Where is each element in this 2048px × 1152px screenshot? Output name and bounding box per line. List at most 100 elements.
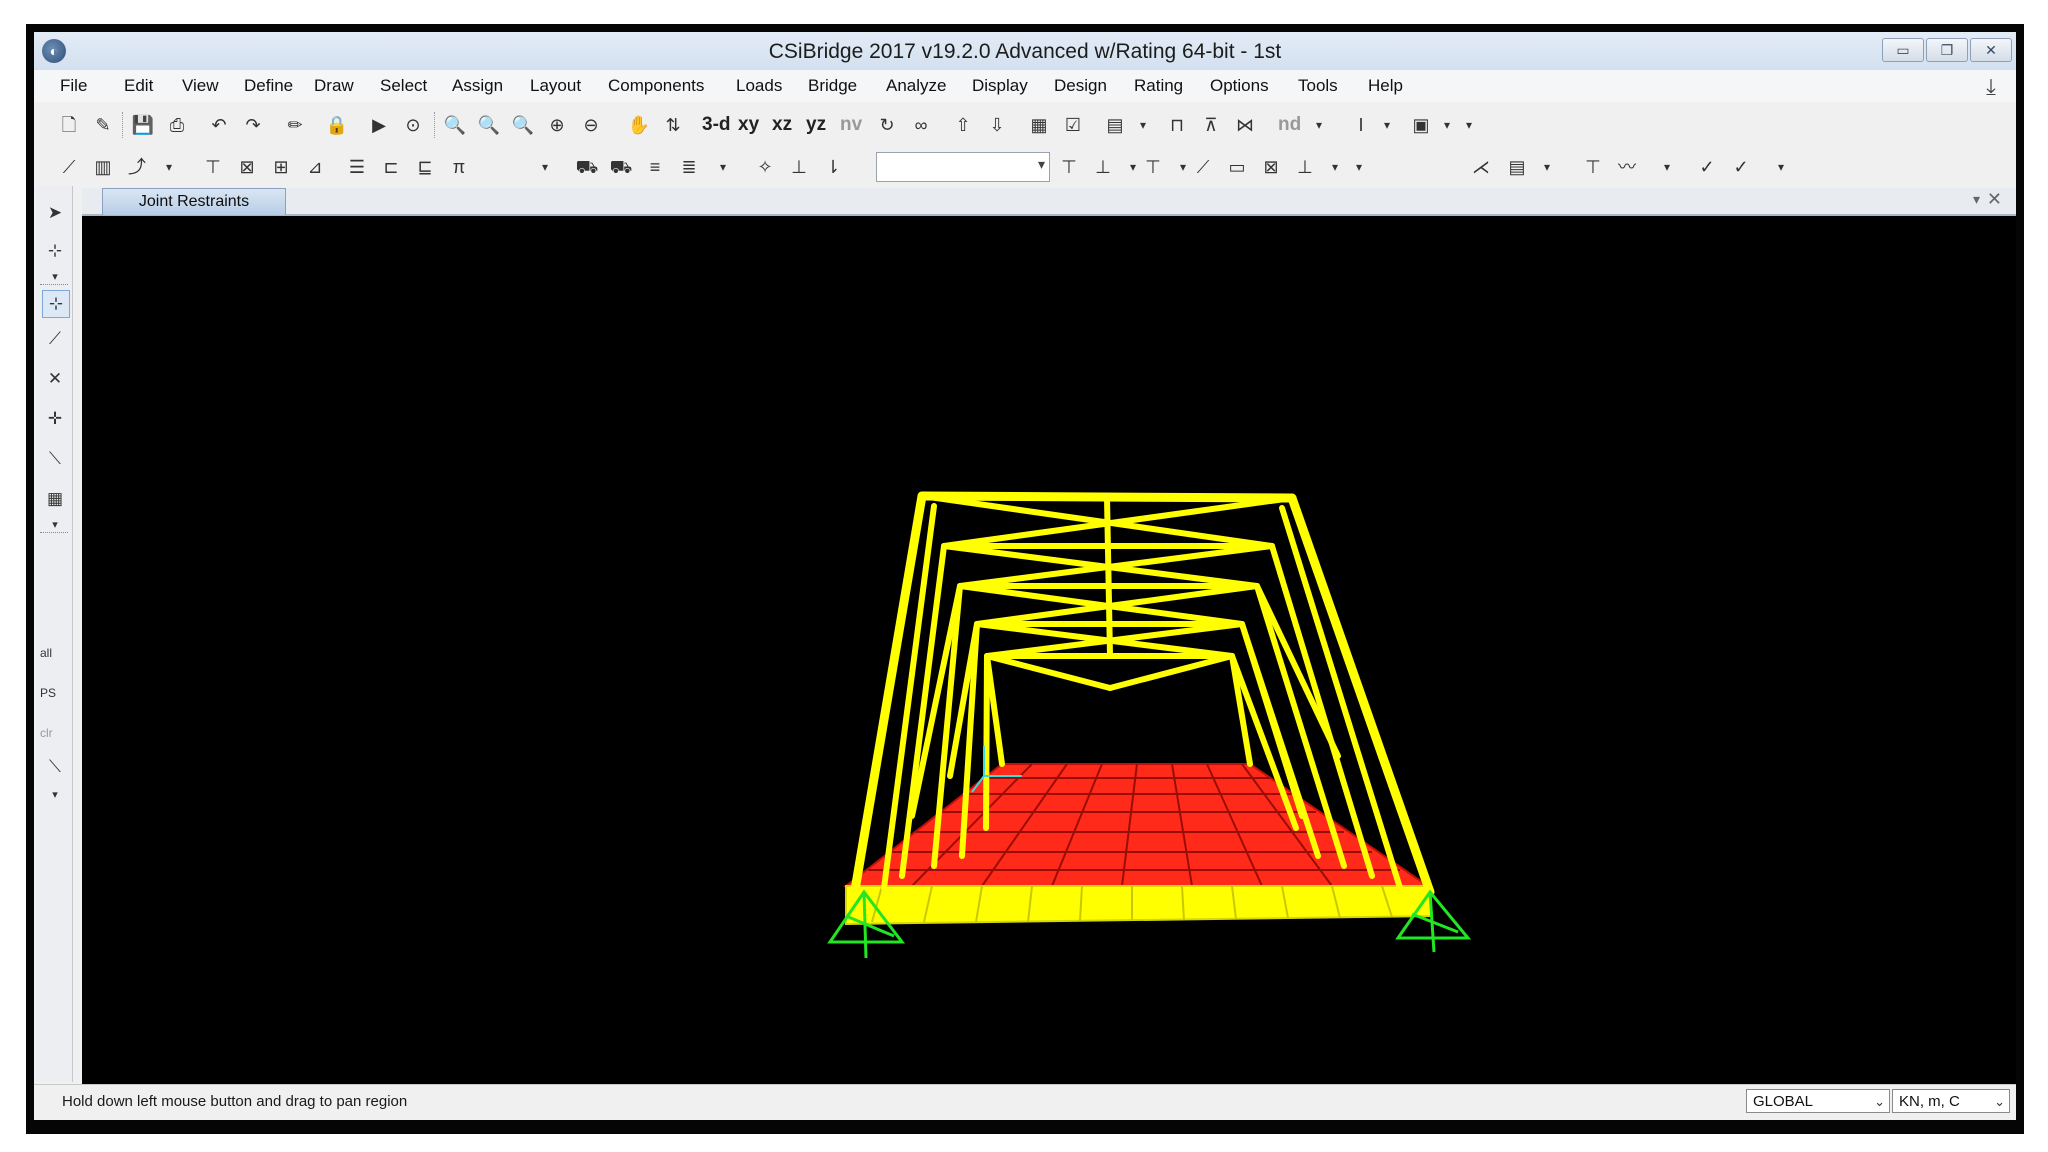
menu-help[interactable]: Help — [1368, 76, 1403, 96]
dropdown-arrow-icon[interactable]: ▾ — [1374, 112, 1400, 138]
dropdown-arrow-icon[interactable]: ▾ — [156, 154, 182, 180]
select-all-button[interactable]: all — [40, 646, 70, 660]
view-3d-button[interactable]: 3-d — [702, 112, 731, 138]
select-line-icon[interactable]: ⟋ — [42, 326, 68, 352]
select-previous-button[interactable]: PS — [40, 686, 70, 700]
coordinate-system-select[interactable]: GLOBAL ⌄ — [1746, 1089, 1890, 1113]
menu-view[interactable]: View — [182, 76, 219, 96]
zoom-in-icon[interactable]: ⊕ — [544, 112, 570, 138]
bridge-model-view[interactable] — [82, 216, 2016, 1084]
deformed-shape-icon[interactable]: ⋌ — [1468, 154, 1494, 180]
select-intersect-icon[interactable]: ⟍ — [42, 446, 68, 472]
menu-define[interactable]: Define — [244, 76, 293, 96]
close-button[interactable]: ✕ — [1970, 38, 2012, 62]
open-icon[interactable]: ✎ — [90, 112, 116, 138]
lane-icon[interactable]: ≡ — [642, 154, 668, 180]
object-shrink-icon[interactable]: ⇅ — [660, 112, 686, 138]
dropdown-arrow-icon[interactable]: ▾ — [1456, 112, 1482, 138]
perspective-icon[interactable]: ∞ — [908, 112, 934, 138]
menu-draw[interactable]: Draw — [314, 76, 354, 96]
menu-rating[interactable]: Rating — [1134, 76, 1183, 96]
display-menu-icon[interactable]: ▤ — [1102, 112, 1128, 138]
pointer-icon[interactable]: ➤ — [42, 200, 68, 226]
section-i-icon[interactable]: I — [1348, 112, 1374, 138]
restraint-icon[interactable]: ⊥ — [786, 154, 812, 180]
run-now-icon[interactable]: ⊙ — [400, 112, 426, 138]
bearing-icon[interactable]: π — [446, 154, 472, 180]
dropdown-arrow-icon[interactable]: ▾ — [1322, 154, 1348, 180]
view-xz-button[interactable]: xz — [772, 112, 792, 138]
refresh-view-icon[interactable]: ✏ — [282, 112, 308, 138]
display-window-icon[interactable]: ▣ — [1408, 112, 1434, 138]
snap-icon[interactable]: ✧ — [752, 154, 778, 180]
download-icon[interactable]: ⤓ — [1978, 74, 2004, 99]
dropdown-arrow-icon[interactable]: ▾ — [42, 782, 68, 808]
menu-file[interactable]: File — [60, 76, 87, 96]
vehicle-class-icon[interactable]: ⛟ — [608, 154, 634, 180]
view-yz-button[interactable]: yz — [806, 112, 826, 138]
close-icon[interactable]: ✕ — [1987, 189, 2002, 210]
truss-alt-icon[interactable]: ⋈ — [1232, 112, 1258, 138]
menu-loads[interactable]: Loads — [736, 76, 782, 96]
menu-analyze[interactable]: Analyze — [886, 76, 946, 96]
units-select[interactable]: KN, m, C ⌄ — [1892, 1089, 2010, 1113]
print-icon[interactable]: ⎙ — [164, 112, 190, 138]
move-up-icon[interactable]: ⇧ — [950, 112, 976, 138]
dropdown-arrow-icon[interactable]: ▾ — [1654, 154, 1680, 180]
redo-icon[interactable]: ↷ — [240, 112, 266, 138]
menu-assign[interactable]: Assign — [452, 76, 503, 96]
draw-section-cut-icon[interactable]: ⊿ — [302, 154, 328, 180]
draw-link-icon[interactable]: ⊤ — [200, 154, 226, 180]
zoom-full-icon[interactable]: 🔍 — [476, 112, 502, 138]
menu-components[interactable]: Components — [608, 76, 704, 96]
deck-section-icon[interactable]: ☰ — [344, 154, 370, 180]
spring-icon[interactable]: ⇂ — [820, 154, 846, 180]
draw-area-icon[interactable]: ⊠ — [234, 154, 260, 180]
intersect-icon[interactable]: ✕ — [42, 366, 68, 392]
forces-icon[interactable]: ▤ — [1504, 154, 1530, 180]
title-bar[interactable]: ◐ CSiBridge 2017 v19.2.0 Advanced w/Rati… — [34, 32, 2016, 71]
menu-bridge[interactable]: Bridge — [808, 76, 857, 96]
lock-icon[interactable]: 🔒 — [324, 112, 350, 138]
model-viewport[interactable] — [82, 216, 2016, 1084]
tab-joint-restraints[interactable]: Joint Restraints — [102, 188, 286, 215]
design-check-icon[interactable]: ✓ — [1694, 154, 1720, 180]
restore-button[interactable]: ❐ — [1926, 38, 1968, 62]
new-model-icon[interactable]: 🗋 — [56, 112, 82, 138]
dropdown-arrow-icon[interactable]: ▾ — [42, 264, 68, 290]
undo-icon[interactable]: ↶ — [206, 112, 232, 138]
assign-area-icon[interactable]: ▭ — [1224, 154, 1250, 180]
reshape-icon[interactable]: ⊹ — [42, 238, 68, 264]
save-icon[interactable]: 💾 — [130, 112, 156, 138]
assign-releases-icon[interactable]: ⊥ — [1090, 154, 1116, 180]
bent-icon[interactable]: ⊏ — [378, 154, 404, 180]
view-nv-button[interactable]: nv — [840, 112, 862, 138]
menu-options[interactable]: Options — [1210, 76, 1269, 96]
dropdown-arrow-icon[interactable]: ▾ — [710, 154, 736, 180]
dropdown-arrow-icon[interactable]: ▾ — [1346, 154, 1372, 180]
menu-select[interactable]: Select — [380, 76, 427, 96]
frame-section-icon[interactable]: ⊓ — [1164, 112, 1190, 138]
design-check-alt-icon[interactable]: ✓ — [1728, 154, 1754, 180]
truss-icon[interactable]: ⊼ — [1198, 112, 1224, 138]
dropdown-arrow-icon[interactable]: ▾ — [1130, 112, 1156, 138]
crosshair-icon[interactable]: ✛ — [42, 406, 68, 432]
menu-display[interactable]: Display — [972, 76, 1028, 96]
check-icon[interactable]: ☑ — [1060, 112, 1086, 138]
pan-icon[interactable]: ✋ — [626, 112, 652, 138]
load-pattern-icon[interactable]: ≣ — [676, 154, 702, 180]
menu-layout[interactable]: Layout — [530, 76, 581, 96]
assign-line-icon[interactable]: ⟋ — [1190, 154, 1216, 180]
response-icon[interactable]: 〰 — [1614, 154, 1640, 180]
load-case-combo[interactable] — [876, 152, 1050, 182]
show-all-icon[interactable]: ⟍ — [42, 754, 68, 780]
run-analysis-icon[interactable]: ▶ — [366, 112, 392, 138]
draw-column-icon[interactable]: ▥ — [90, 154, 116, 180]
chevron-down-icon[interactable]: ▾ — [1973, 191, 1980, 208]
dropdown-arrow-icon[interactable]: ▾ — [1768, 154, 1794, 180]
dropdown-arrow-icon[interactable]: ▾ — [1306, 112, 1332, 138]
assign-frame-icon[interactable]: ⊤ — [1056, 154, 1082, 180]
grid-icon[interactable]: ▦ — [42, 486, 68, 512]
draw-solid-icon[interactable]: ⊞ — [268, 154, 294, 180]
menu-edit[interactable]: Edit — [124, 76, 153, 96]
